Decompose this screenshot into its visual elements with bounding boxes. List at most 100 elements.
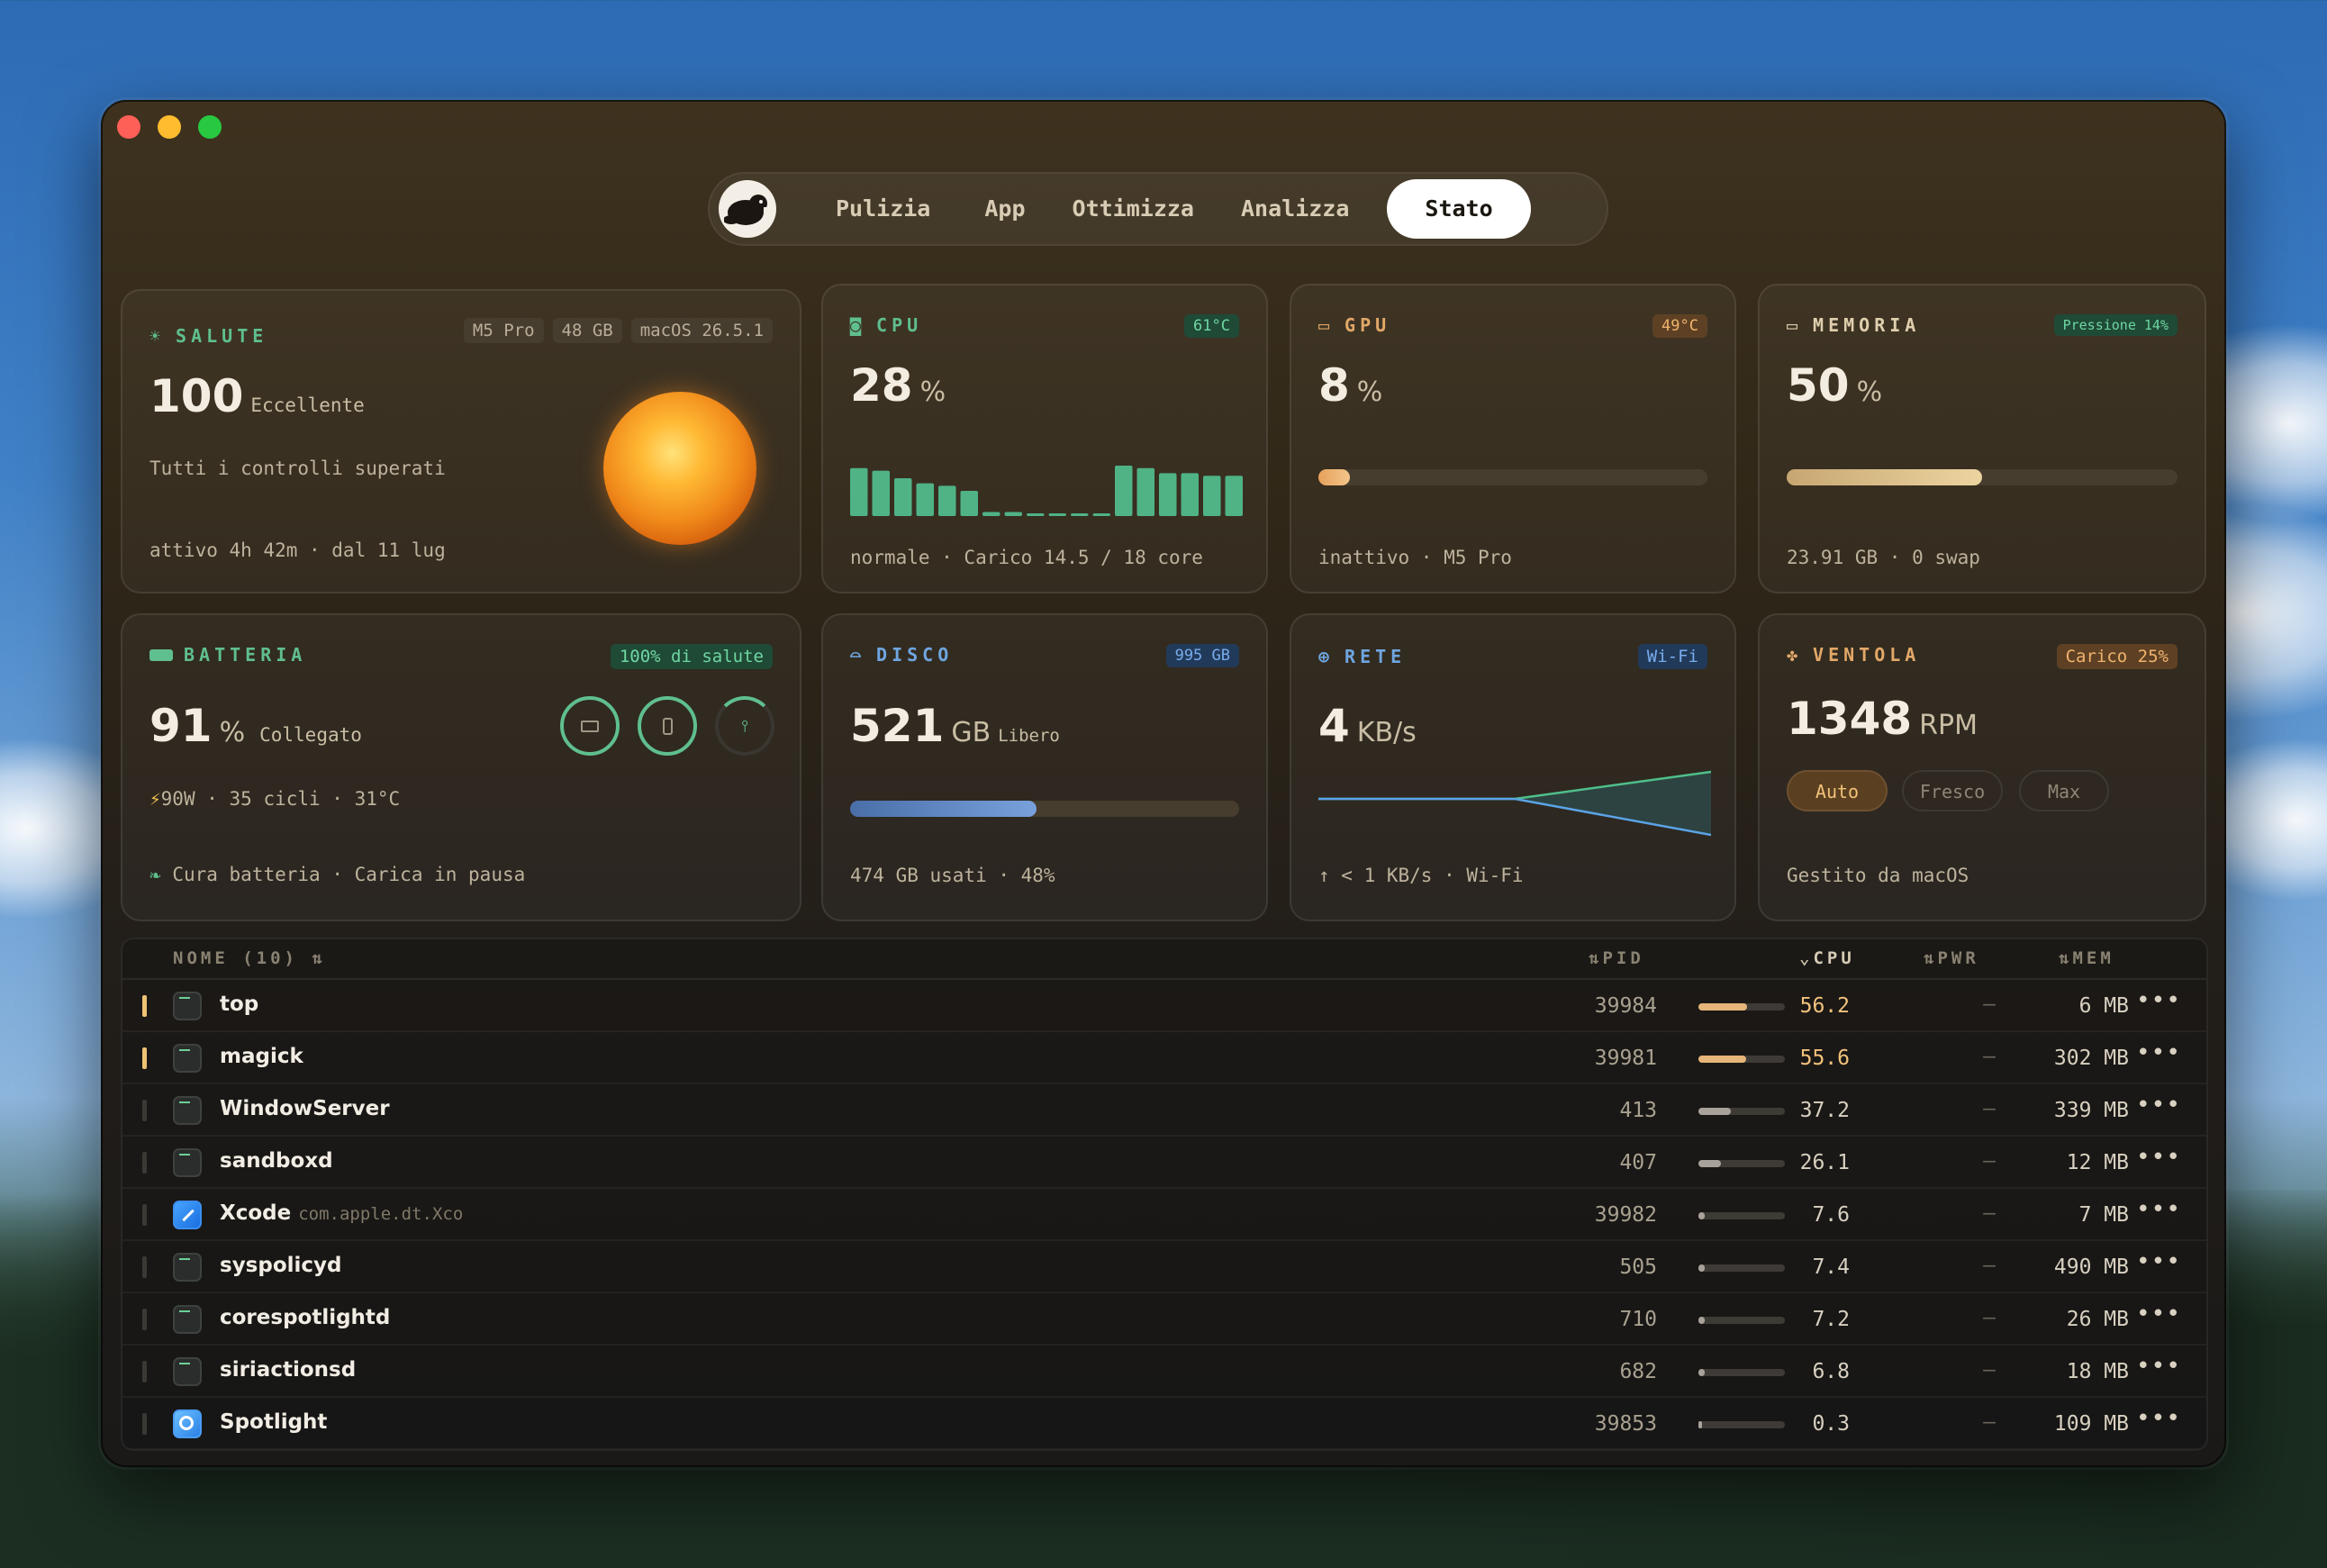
more-options-icon[interactable]: •••: [2136, 1092, 2181, 1119]
process-pid: 39981: [1594, 1047, 1657, 1070]
more-options-icon[interactable]: •••: [2136, 987, 2181, 1014]
health-message: Tutti i controlli superati: [149, 458, 446, 479]
load-indicator: [142, 1413, 147, 1435]
cpu-core-bar: [1136, 467, 1154, 516]
battery-card: BATTERIA 100% di salute 91% Collegato ⫯ ⚡…: [121, 613, 801, 921]
table-row[interactable]: top 39984 56.2 — 6 MB •••: [122, 980, 2206, 1032]
process-power: —: [1983, 1149, 1996, 1173]
tab-stato[interactable]: Stato: [1387, 179, 1531, 239]
more-options-icon[interactable]: •••: [2136, 1353, 2181, 1380]
more-options-icon[interactable]: •••: [2136, 1196, 2181, 1223]
laptop-icon: [581, 720, 599, 732]
cpu-core-bar: [1071, 513, 1089, 516]
load-indicator: [142, 1256, 147, 1278]
chip-ram: 48 GB: [552, 318, 622, 343]
health-rating: Eccellente: [250, 394, 365, 416]
column-name[interactable]: NOME (10) ⇅: [173, 948, 326, 968]
more-options-icon[interactable]: •••: [2136, 1039, 2181, 1066]
process-cpu: 7.2: [1812, 1308, 1850, 1331]
sort-desc-icon: ⌄: [1799, 948, 1814, 968]
laptop-battery-ring: [560, 696, 620, 756]
zoom-button[interactable]: [198, 115, 222, 139]
main-navigation: Pulizia App Ottimizza Analizza Stato: [708, 172, 1608, 246]
airpods-battery-ring: ⫯: [715, 696, 774, 756]
gpu-temp-badge: 49°C: [1652, 314, 1707, 338]
table-row[interactable]: corespotlightd 710 7.2 — 26 MB •••: [122, 1293, 2206, 1346]
memory-card: ▭ MEMORIA Pressione 14% 50% 23.91 GB · 0…: [1758, 284, 2206, 594]
table-row[interactable]: siriactionsd 682 6.8 — 18 MB •••: [122, 1346, 2206, 1398]
tab-app[interactable]: App: [961, 179, 1048, 239]
process-name: magick: [220, 1045, 303, 1068]
process-pid: 413: [1619, 1099, 1657, 1122]
process-power: —: [1983, 1097, 1996, 1120]
sun-icon: ☀: [149, 325, 166, 347]
column-mem[interactable]: ⇅MEM: [2059, 948, 2114, 968]
process-cpu: 26.1: [1799, 1151, 1850, 1174]
health-card: ☀ SALUTE M5 Pro 48 GB macOS 26.5.1 100 Ec…: [121, 289, 801, 594]
sun-illustration: [603, 392, 756, 545]
column-cpu[interactable]: ⌄CPU: [1799, 948, 1855, 968]
process-name: WindowServer: [220, 1097, 390, 1120]
memory-footer: 23.91 GB · 0 swap: [1787, 547, 1980, 568]
table-header: NOME (10) ⇅ ⇅PID ⌄CPU ⇅PWR ⇅MEM: [122, 939, 2206, 980]
table-row[interactable]: syspolicyd 505 7.4 — 490 MB •••: [122, 1241, 2206, 1293]
network-type-badge: Wi-Fi: [1637, 644, 1707, 669]
column-pwr[interactable]: ⇅PWR: [1924, 948, 1979, 968]
process-name: Xcode com.apple.dt.Xco: [220, 1201, 464, 1225]
beaver-logo-icon[interactable]: [719, 180, 776, 238]
cpu-load-bar: [1698, 1421, 1785, 1428]
process-pid: 39984: [1594, 994, 1657, 1018]
table-row[interactable]: magick 39981 55.6 — 302 MB •••: [122, 1032, 2206, 1084]
cpu-core-bar: [916, 483, 934, 516]
cpu-core-bar: [1048, 513, 1066, 516]
fan-mode-auto[interactable]: Auto: [1787, 770, 1888, 811]
process-memory: 490 MB: [2053, 1255, 2129, 1279]
more-options-icon[interactable]: •••: [2136, 1405, 2181, 1432]
globe-icon: ⊕: [1318, 646, 1335, 667]
cpu-core-bar: [1004, 512, 1022, 516]
table-row[interactable]: WindowServer 413 37.2 — 339 MB •••: [122, 1084, 2206, 1137]
process-cpu: 37.2: [1799, 1099, 1850, 1122]
table-row[interactable]: Xcode com.apple.dt.Xco 39982 7.6 — 7 MB •••: [122, 1189, 2206, 1241]
process-pid: 39853: [1594, 1412, 1657, 1436]
tab-analizza[interactable]: Analizza: [1218, 179, 1372, 239]
table-row[interactable]: Spotlight 39853 0.3 — 109 MB •••: [122, 1398, 2206, 1449]
load-indicator: [142, 995, 147, 1017]
memory-usage-bar: [1787, 469, 2178, 485]
process-name: syspolicyd: [220, 1254, 342, 1277]
process-name: top: [220, 992, 259, 1016]
process-power: —: [1983, 1254, 1996, 1277]
health-header: ☀ SALUTE: [149, 325, 268, 347]
app-window: Pulizia App Ottimizza Analizza Stato ☀ S…: [101, 100, 2226, 1467]
column-pid[interactable]: ⇅PID: [1589, 948, 1644, 968]
table-row[interactable]: sandboxd 407 26.1 — 12 MB •••: [122, 1137, 2206, 1189]
close-button[interactable]: [117, 115, 140, 139]
fan-mode-fresco[interactable]: Fresco: [1902, 770, 2003, 811]
terminal-icon: [173, 1096, 202, 1125]
cpu-core-bar: [1027, 513, 1045, 516]
sort-icon: ⇅: [1924, 948, 1938, 968]
tab-ottimizza[interactable]: Ottimizza: [1049, 179, 1218, 239]
more-options-icon[interactable]: •••: [2136, 1301, 2181, 1328]
process-cpu: 0.3: [1812, 1412, 1850, 1436]
process-power: —: [1983, 1045, 1996, 1068]
network-card: ⊕ RETE Wi-Fi 4 KB/s ↑ < 1 KB/s · Wi-Fi: [1290, 613, 1736, 921]
process-memory: 109 MB: [2053, 1412, 2129, 1436]
cpu-card: ◙ CPU 61°C 28% normale · Carico 14.5 / 1…: [821, 284, 1268, 594]
cpu-load-bar: [1698, 1212, 1785, 1219]
tab-pulizia[interactable]: Pulizia: [812, 179, 954, 239]
gpu-header: ▭ GPU: [1318, 314, 1391, 336]
minimize-button[interactable]: [158, 115, 181, 139]
cpu-core-bars: [850, 466, 1243, 516]
network-header: ⊕ RETE: [1318, 646, 1407, 667]
gpu-card: ▭ GPU 49°C 8% inattivo · M5 Pro: [1290, 284, 1736, 594]
phone-battery-ring: [638, 696, 697, 756]
battery-care-info: ❧ Cura batteria · Carica in pausa: [149, 864, 526, 885]
fan-mode-max[interactable]: Max: [2019, 770, 2109, 811]
cpu-core-bar: [1203, 476, 1221, 516]
process-name: siriactionsd: [220, 1358, 357, 1382]
more-options-icon[interactable]: •••: [2136, 1248, 2181, 1275]
gpu-usage-bar: [1318, 469, 1707, 485]
more-options-icon[interactable]: •••: [2136, 1144, 2181, 1171]
fan-load-badge: Carico 25%: [2056, 644, 2178, 669]
